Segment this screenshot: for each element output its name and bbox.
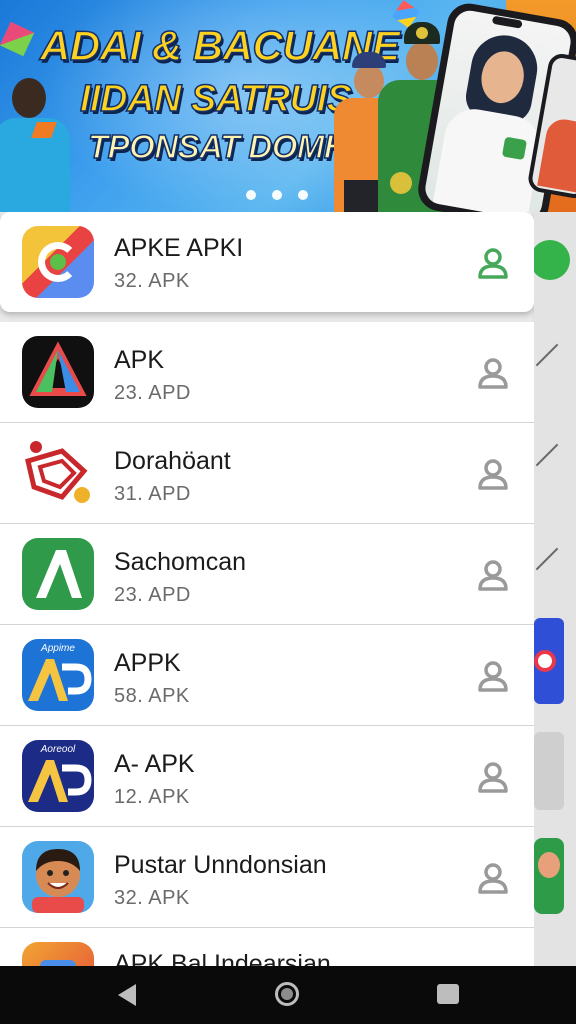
triangle-app-icon — [22, 336, 94, 408]
carousel-dot[interactable] — [298, 190, 308, 200]
user-icon[interactable] — [474, 556, 512, 594]
app-title: Pustar Unndonsian — [114, 851, 327, 879]
carousel-dot[interactable] — [272, 190, 282, 200]
app-subtitle: 32. APK — [114, 887, 190, 909]
list-item[interactable]: Pustar Unndonsian 32. APK — [0, 827, 534, 928]
background-app-tile — [534, 838, 564, 914]
app-screen: ADAI & BACUANE IIDAN SATRUIS TPONSAT DOM… — [0, 0, 576, 1024]
background-app-tile — [534, 732, 564, 810]
user-icon[interactable] — [474, 244, 512, 282]
list-item[interactable]: APK Bal Indearsian — [0, 928, 534, 968]
list-item[interactable]: Dorahöant 31. APD — [0, 423, 534, 524]
list-item[interactable]: Appime APPK 58. APK — [0, 625, 534, 726]
background-app-tile — [534, 618, 564, 704]
background-green-pill — [530, 240, 570, 280]
cartoon-face-app-icon — [22, 841, 94, 913]
app-title: APPK — [114, 649, 181, 677]
red-maze-app-icon — [22, 437, 94, 509]
app-subtitle: 23. APD — [114, 584, 191, 606]
green-arch-app-icon — [22, 538, 94, 610]
orange-app-icon — [22, 942, 94, 968]
app-title: A- APK — [114, 750, 195, 778]
app-subtitle: 58. APK — [114, 685, 190, 707]
banner-person-left — [0, 74, 70, 212]
app-subtitle: 12. APK — [114, 786, 190, 808]
list-item[interactable]: Aoreool A- APK 12. APK — [0, 726, 534, 827]
promo-banner[interactable]: ADAI & BACUANE IIDAN SATRUIS TPONSAT DOM… — [0, 0, 576, 212]
app-title: APK — [114, 346, 165, 374]
navy-ap-app-icon: Aoreool — [22, 740, 94, 812]
app-title: Sachomcan — [114, 548, 247, 576]
user-icon[interactable] — [474, 657, 512, 695]
app-subtitle: 23. APD — [114, 382, 191, 404]
blue-ap-app-icon: Appime — [22, 639, 94, 711]
back-icon[interactable] — [118, 984, 136, 1006]
user-icon[interactable] — [474, 455, 512, 493]
list-item[interactable]: APKE APKI 32. APK — [0, 212, 534, 312]
app-title: Dorahöant — [114, 447, 231, 475]
user-icon[interactable] — [474, 354, 512, 392]
app-subtitle: 31. APD — [114, 483, 191, 505]
banner-headline-1: ADAI & BACUANE — [39, 21, 400, 70]
app-subtitle: 32. APK — [114, 270, 190, 292]
icon-caption: Appime — [41, 643, 75, 654]
carousel-dot[interactable] — [246, 190, 256, 200]
carousel-indicator[interactable] — [246, 190, 308, 200]
list-item[interactable]: APK 23. APD — [0, 322, 534, 423]
user-icon[interactable] — [474, 758, 512, 796]
icon-caption: Aoreool — [40, 744, 76, 755]
decor-cube-icon — [0, 21, 35, 57]
swirl-app-icon — [22, 226, 94, 298]
app-list[interactable]: APKE APKI 32. APK APK 23. APD Dorahöant … — [0, 212, 534, 968]
list-item[interactable]: Sachomcan 23. APD — [0, 524, 534, 625]
home-icon[interactable] — [275, 982, 299, 1006]
app-title: APKE APKI — [114, 234, 244, 262]
recents-icon[interactable] — [437, 984, 459, 1004]
system-nav-bar — [0, 966, 576, 1024]
user-icon[interactable] — [474, 859, 512, 897]
